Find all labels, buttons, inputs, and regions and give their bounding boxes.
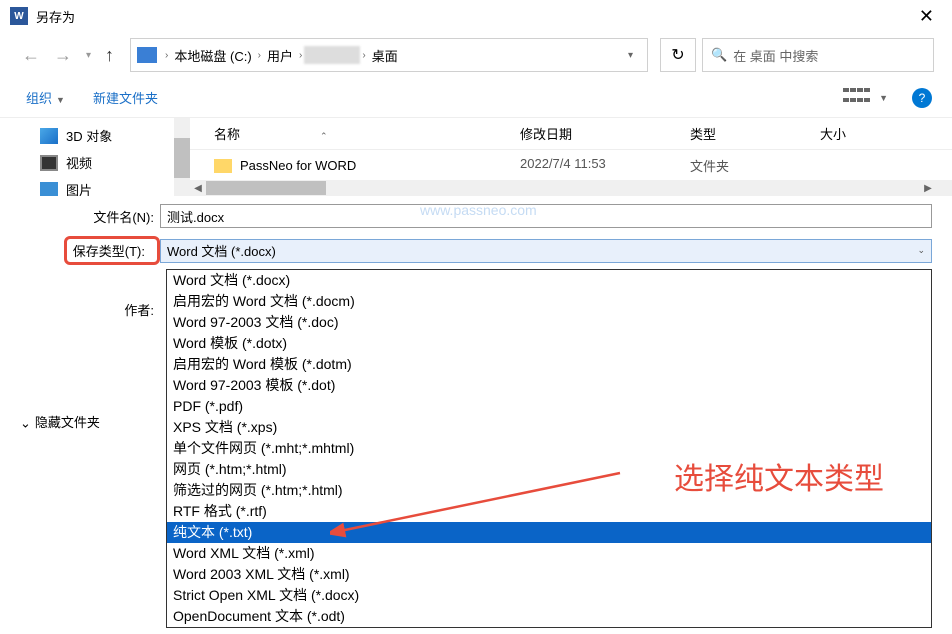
new-folder-button[interactable]: 新建文件夹 (87, 84, 164, 111)
filetype-option[interactable]: 纯文本 (*.txt) (167, 522, 931, 543)
view-options-button[interactable] (843, 88, 875, 108)
file-list: 名称⌃ 修改日期 类型 大小 PassNeo for WORD 2022/7/4… (190, 118, 952, 196)
filetype-option[interactable]: OpenDocument 文本 (*.odt) (167, 606, 931, 627)
filetype-option[interactable]: RTF 格式 (*.rtf) (167, 501, 931, 522)
filetype-dropdown-list: Word 文档 (*.docx)启用宏的 Word 文档 (*.docm)Wor… (166, 269, 932, 628)
filetype-option[interactable]: XPS 文档 (*.xps) (167, 417, 931, 438)
nav-up-button[interactable]: ↑ (101, 45, 118, 66)
filetype-option[interactable]: Word 文档 (*.docx) (167, 270, 931, 291)
filetype-option[interactable]: Word XML 文档 (*.xml) (167, 543, 931, 564)
organize-button[interactable]: 组织▼ (20, 84, 71, 111)
filetype-option[interactable]: Word 97-2003 文档 (*.doc) (167, 312, 931, 333)
drive-icon (137, 47, 157, 63)
search-placeholder: 在 桌面 中搜索 (733, 46, 818, 65)
sidebar-item-videos[interactable]: 视频 (0, 149, 190, 176)
horizontal-scrollbar[interactable]: ◀ ▶ (190, 180, 936, 196)
chevron-right-icon[interactable]: › (163, 50, 170, 61)
search-input[interactable]: 🔍 在 桌面 中搜索 (702, 38, 934, 72)
sidebar: 3D 对象 视频 图片 (0, 118, 190, 196)
author-label: 作者: (0, 300, 160, 319)
breadcrumb-dropdown[interactable]: ▾ (620, 50, 641, 61)
breadcrumb-desktop[interactable]: 桌面 (368, 46, 402, 65)
filename-label: 文件名(N): (0, 207, 160, 226)
column-type[interactable]: 类型 (690, 124, 820, 143)
filename-input[interactable] (160, 204, 932, 228)
annotation-text: 选择纯文本类型 (674, 454, 884, 498)
filetype-option[interactable]: Strict Open XML 文档 (*.docx) (167, 585, 931, 606)
filetype-option[interactable]: PDF (*.pdf) (167, 396, 931, 417)
sidebar-item-3d[interactable]: 3D 对象 (0, 122, 190, 149)
refresh-button[interactable]: ↻ (660, 38, 696, 72)
breadcrumb-drive[interactable]: 本地磁盘 (C:) (170, 46, 255, 65)
chevron-right-icon[interactable]: › (360, 50, 367, 61)
dropdown-arrow-icon: ⌄ (917, 245, 925, 256)
view-dropdown[interactable]: ▼ (879, 93, 888, 103)
recent-dropdown-button[interactable]: ▾ (82, 50, 95, 61)
pictures-icon (40, 182, 58, 197)
nav-back-button[interactable]: ← (18, 45, 44, 66)
chevron-right-icon[interactable]: › (256, 50, 263, 61)
sidebar-item-pictures[interactable]: 图片 (0, 176, 190, 196)
search-icon: 🔍 (711, 47, 727, 63)
hide-folders-toggle[interactable]: ⌃ 隐藏文件夹 (20, 412, 100, 431)
sort-indicator-icon: ⌃ (320, 131, 328, 141)
column-size[interactable]: 大小 (820, 124, 952, 143)
breadcrumb-user-blurred[interactable] (304, 46, 360, 64)
column-name[interactable]: 名称⌃ (190, 124, 520, 143)
scroll-corner (936, 180, 952, 196)
videos-icon (40, 155, 58, 171)
filetype-option[interactable]: 启用宏的 Word 文档 (*.docm) (167, 291, 931, 312)
filetype-option[interactable]: 启用宏的 Word 模板 (*.dotm) (167, 354, 931, 375)
filetype-label: 保存类型(T): (73, 244, 151, 259)
column-date[interactable]: 修改日期 (520, 124, 690, 143)
3d-objects-icon (40, 128, 58, 144)
folder-icon (214, 159, 232, 173)
filetype-option[interactable]: Word 2003 XML 文档 (*.xml) (167, 564, 931, 585)
filetype-option[interactable]: Word 97-2003 模板 (*.dot) (167, 375, 931, 396)
chevron-right-icon[interactable]: › (297, 50, 304, 61)
filetype-select[interactable]: Word 文档 (*.docx) ⌄ (160, 239, 932, 263)
sidebar-scrollbar[interactable] (174, 118, 190, 196)
chevron-up-icon: ⌃ (20, 414, 31, 430)
close-button[interactable]: ✕ (911, 6, 942, 27)
breadcrumb[interactable]: › 本地磁盘 (C:) › 用户 › › 桌面 ▾ (130, 38, 648, 72)
file-row[interactable]: PassNeo for WORD 2022/7/4 11:53 文件夹 (190, 150, 952, 181)
word-app-icon: W (10, 7, 28, 25)
nav-forward-button[interactable]: → (50, 45, 76, 66)
breadcrumb-users[interactable]: 用户 (263, 46, 297, 65)
help-button[interactable]: ? (912, 88, 932, 108)
highlight-annotation: 保存类型(T): (64, 236, 160, 265)
filetype-option[interactable]: Word 模板 (*.dotx) (167, 333, 931, 354)
window-title: 另存为 (36, 7, 911, 26)
